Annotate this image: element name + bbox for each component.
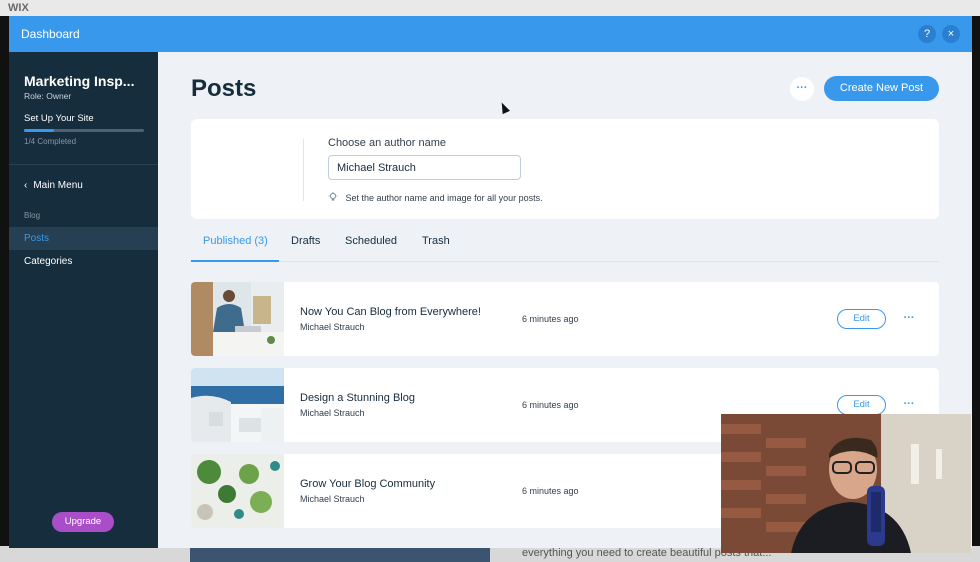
mouse-cursor-icon bbox=[498, 100, 510, 115]
site-role: Role: Owner bbox=[24, 91, 72, 101]
modal-titlebar: Dashboard ? × bbox=[9, 16, 972, 52]
sidebar-section-label: Blog bbox=[24, 211, 41, 220]
author-card-divider bbox=[303, 139, 304, 201]
plants-image bbox=[191, 454, 284, 528]
post-time: 6 minutes ago bbox=[522, 400, 579, 410]
background-logo: WIX bbox=[8, 2, 29, 14]
author-name-input[interactable] bbox=[328, 155, 521, 180]
close-icon[interactable]: × bbox=[942, 25, 960, 43]
more-icon[interactable]: ··· bbox=[901, 395, 917, 415]
setup-progress-fill bbox=[24, 129, 54, 132]
sidebar-item-categories[interactable]: Categories bbox=[9, 250, 158, 273]
seaside-village-image bbox=[191, 368, 284, 442]
active-tab-indicator bbox=[191, 260, 279, 262]
lightbulb-icon bbox=[328, 192, 341, 203]
page-title: Posts bbox=[191, 75, 257, 102]
setup-count: 1/4 Completed bbox=[24, 137, 77, 146]
setup-label[interactable]: Set Up Your Site bbox=[24, 113, 94, 124]
main-menu-link[interactable]: ‹ Main Menu bbox=[24, 180, 83, 191]
setup-progress-bar bbox=[24, 129, 144, 132]
tab-drafts[interactable]: Drafts bbox=[291, 235, 320, 247]
author-label: Choose an author name bbox=[328, 137, 447, 149]
site-name: Marketing Insp... bbox=[24, 73, 135, 89]
author-hint-text: Set the author name and image for all yo… bbox=[345, 193, 543, 203]
post-title[interactable]: Now You Can Blog from Everywhere! bbox=[300, 306, 481, 318]
help-icon[interactable]: ? bbox=[918, 25, 936, 43]
post-time: 6 minutes ago bbox=[522, 314, 579, 324]
edit-button[interactable]: Edit bbox=[837, 395, 886, 415]
more-actions-button[interactable]: ··· bbox=[790, 77, 814, 101]
post-title[interactable]: Grow Your Blog Community bbox=[300, 478, 435, 490]
sidebar: Marketing Insp... Role: Owner Set Up You… bbox=[9, 52, 158, 548]
person-at-desk-image bbox=[191, 282, 284, 356]
post-row[interactable]: Now You Can Blog from Everywhere! Michae… bbox=[191, 282, 939, 356]
post-time: 6 minutes ago bbox=[522, 486, 579, 496]
background-site-header: WIX bbox=[0, 0, 980, 16]
main-menu-label: Main Menu bbox=[33, 180, 83, 191]
tab-trash[interactable]: Trash bbox=[422, 235, 450, 247]
background-strip bbox=[190, 546, 490, 562]
post-author: Michael Strauch bbox=[300, 494, 365, 504]
webcam-video-overlay bbox=[721, 414, 971, 553]
tab-published[interactable]: Published (3) bbox=[203, 235, 268, 247]
post-title[interactable]: Design a Stunning Blog bbox=[300, 392, 415, 404]
chevron-left-icon: ‹ bbox=[24, 180, 28, 191]
upgrade-button[interactable]: Upgrade bbox=[52, 512, 114, 532]
modal-title: Dashboard bbox=[21, 27, 80, 41]
tab-scheduled[interactable]: Scheduled bbox=[345, 235, 397, 247]
edit-button[interactable]: Edit bbox=[837, 309, 886, 329]
post-author: Michael Strauch bbox=[300, 322, 365, 332]
author-hint: Set the author name and image for all yo… bbox=[328, 192, 543, 203]
more-icon[interactable]: ··· bbox=[901, 309, 917, 329]
author-card: Choose an author name Set the author nam… bbox=[191, 119, 939, 219]
sidebar-item-posts[interactable]: Posts bbox=[9, 227, 158, 250]
sidebar-divider bbox=[9, 164, 158, 165]
post-tabs: Published (3) Drafts Scheduled Trash bbox=[191, 230, 939, 262]
create-new-post-button[interactable]: Create New Post bbox=[824, 76, 939, 101]
post-author: Michael Strauch bbox=[300, 408, 365, 418]
